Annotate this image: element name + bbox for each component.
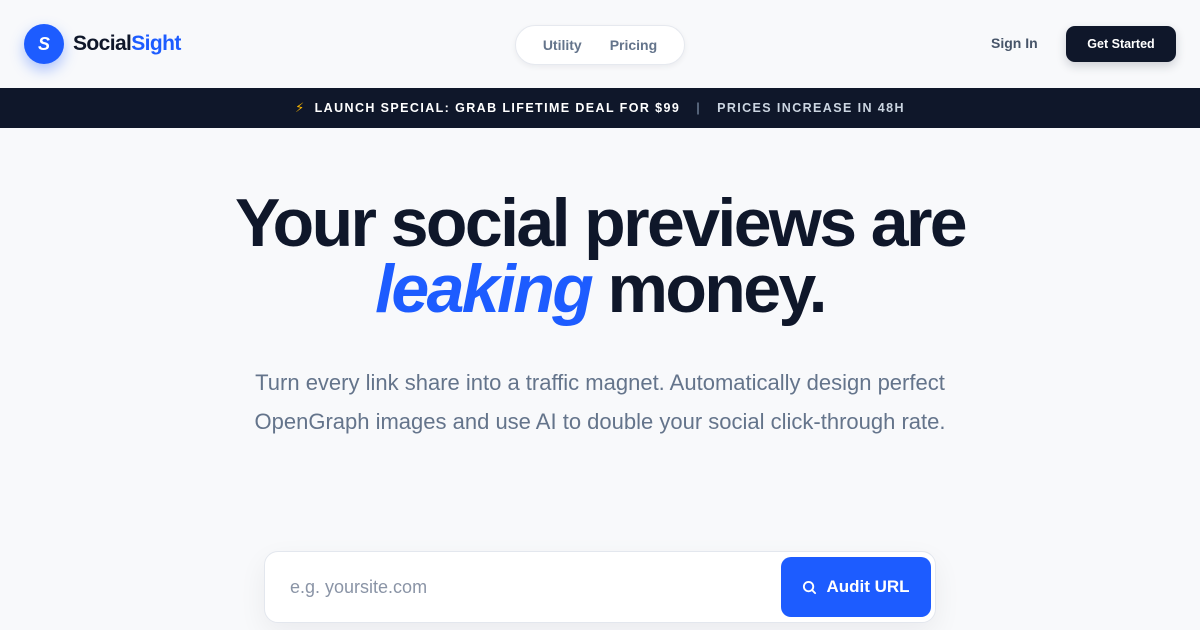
headline-line-1: Your social previews are xyxy=(234,185,968,261)
banner-deal-text: LAUNCH SPECIAL: GRAB LIFETIME DEAL FOR $… xyxy=(314,101,681,115)
main-nav: Utility Pricing xyxy=(515,25,685,65)
site-header: S SocialSight Utility Pricing Sign In Ge… xyxy=(0,0,1200,88)
banner-separator: | xyxy=(696,101,702,115)
audit-url-button[interactable]: Audit URL xyxy=(781,557,931,617)
headline-accent-word: leaking xyxy=(375,251,594,327)
lightning-bolt-icon: ⚡ xyxy=(295,100,306,115)
brand-name: SocialSight xyxy=(73,32,181,56)
sign-in-link[interactable]: Sign In xyxy=(991,35,1038,51)
hero-headline: Your social previews are leaking money. xyxy=(0,189,1200,323)
get-started-button[interactable]: Get Started xyxy=(1066,26,1176,62)
brand-name-primary: Social xyxy=(73,32,132,55)
audit-url-label: Audit URL xyxy=(826,577,910,596)
headline-line-2: money. xyxy=(591,251,827,327)
promo-banner: ⚡ LAUNCH SPECIAL: GRAB LIFETIME DEAL FOR… xyxy=(0,88,1200,128)
url-audit-form: Audit URL xyxy=(264,551,936,623)
search-icon xyxy=(802,580,817,595)
hero-subcopy: Turn every link share into a traffic mag… xyxy=(254,370,946,434)
url-input[interactable] xyxy=(266,553,776,621)
brand-logo[interactable]: S SocialSight xyxy=(24,24,181,64)
nav-link-pricing[interactable]: Pricing xyxy=(610,37,657,53)
nav-link-utility[interactable]: Utility xyxy=(543,37,582,53)
banner-urgency-text: PRICES INCREASE IN 48H xyxy=(717,101,905,115)
brand-name-accent: Sight xyxy=(131,32,181,55)
logo-mark-icon: S xyxy=(24,24,64,64)
